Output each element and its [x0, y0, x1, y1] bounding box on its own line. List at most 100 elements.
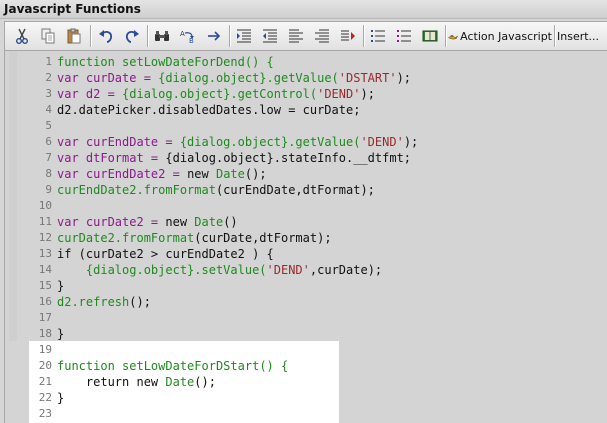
list-alt-button[interactable]: [393, 25, 415, 47]
copy-button[interactable]: [37, 25, 59, 47]
goto-line-button[interactable]: [203, 25, 225, 47]
code-line[interactable]: d2.datePicker.disabledDates.low = curDat…: [57, 102, 360, 118]
comment-icon: [341, 30, 355, 41]
paste-button[interactable]: [63, 25, 85, 47]
line-number: 15: [38, 279, 52, 292]
code-line[interactable]: var curEndDate = {dialog.object}.getValu…: [57, 134, 418, 150]
code-token: var: [57, 151, 86, 165]
list-button[interactable]: [367, 25, 389, 47]
javascript-functions-window: Javascript Functions A B Action Javascri…: [0, 0, 607, 423]
library-button[interactable]: [419, 25, 441, 47]
code-line[interactable]: curDate2.fromFormat(curDate,dtFormat);: [57, 230, 332, 246]
code-line[interactable]: var curDate2 = new Date(): [57, 214, 238, 230]
code-line[interactable]: d2.refresh();: [57, 294, 151, 310]
line-number: 16: [38, 295, 52, 308]
code-token: {dialog.object}: [158, 71, 267, 85]
toolbar-separator: [90, 25, 92, 47]
line-number: 11: [38, 215, 52, 228]
code-token: curEndDate2.fromFormat: [57, 183, 216, 197]
code-token: setLowDateForDStart: [122, 359, 260, 373]
indent-button[interactable]: [233, 25, 255, 47]
code-token: (curDate,dtFormat);: [194, 231, 332, 245]
code-line[interactable]: var curEndDate2 = new Date();: [57, 166, 267, 182]
list-alt-icon: [397, 30, 411, 42]
line-number: 5: [45, 119, 52, 132]
indent-icon: [237, 29, 251, 43]
find-button[interactable]: [151, 25, 173, 47]
gutter-strip: [9, 51, 17, 341]
code-token: }: [57, 391, 65, 405]
action-javascript-button[interactable]: Action Javascript: [448, 25, 552, 47]
redo-button[interactable]: [121, 25, 143, 47]
code-token: if (curDate2 > curEndDate2 ) {: [57, 247, 274, 261]
code-line[interactable]: }: [57, 390, 64, 406]
code-token: var: [57, 215, 86, 229]
line-number: 3: [45, 87, 52, 100]
undo-button[interactable]: [95, 25, 117, 47]
list-icon: [371, 30, 385, 42]
align-right-icon: [315, 29, 329, 43]
code-line[interactable]: return new Date();: [57, 374, 216, 390]
line-number: 21: [38, 375, 52, 388]
code-line[interactable]: curEndDate2.fromFormat(curEndDate,dtForm…: [57, 182, 375, 198]
cut-icon: [16, 28, 28, 44]
code-token: d2.refresh: [57, 295, 130, 309]
code-line[interactable]: var d2 = {dialog.object}.getControl('DEN…: [57, 86, 375, 102]
align-left-button[interactable]: [285, 25, 307, 47]
line-number: 22: [38, 391, 52, 404]
code-token: () {: [259, 359, 289, 373]
line-number: 20: [38, 359, 52, 372]
code-token: (curEndDate,dtFormat);: [215, 183, 375, 197]
code-line[interactable]: function setLowDateForDend() {: [57, 54, 274, 70]
code-token: var: [57, 167, 86, 181]
code-token: curEndDate2 =: [85, 167, 188, 181]
code-token: d2 =: [85, 87, 123, 101]
code-token: function: [57, 55, 123, 69]
code-line[interactable]: var dtFormat = {dialog.object}.stateInfo…: [57, 150, 411, 166]
goto-icon: [208, 31, 221, 41]
book-icon: [422, 30, 438, 42]
code-token: var: [57, 71, 86, 85]
code-line[interactable]: }: [57, 326, 64, 342]
code-line[interactable]: }: [57, 278, 64, 294]
comment-button[interactable]: [337, 25, 359, 47]
line-number: 9: [45, 183, 52, 196]
cut-button[interactable]: [11, 25, 33, 47]
code-line[interactable]: if (curDate2 > curEndDate2 ) {: [57, 246, 274, 262]
code-token: setLowDateForDend: [122, 55, 245, 69]
replace-icon: A B: [180, 30, 194, 44]
copy-icon: [41, 28, 55, 44]
window-title: Javascript Functions: [4, 2, 141, 16]
line-number: 8: [45, 167, 52, 180]
code-line[interactable]: var curDate = {dialog.object}.getValue('…: [57, 70, 411, 86]
code-line[interactable]: {dialog.object}.setValue('DEND',curDate)…: [57, 262, 382, 278]
outdent-button[interactable]: [259, 25, 281, 47]
insert-label: Insert...: [557, 29, 600, 43]
toolbar-separator: [363, 25, 365, 47]
code-editor[interactable]: 1 function setLowDateForDend() {2 var curD…: [4, 51, 607, 423]
code-token: new: [165, 215, 195, 229]
line-number: 19: [38, 343, 52, 356]
code-token: );: [360, 87, 375, 101]
code-token: (): [223, 215, 238, 229]
line-number: 4: [45, 103, 52, 116]
code-token: curEndDate =: [85, 135, 180, 149]
code-token: Date: [165, 375, 195, 389]
code-token: Date: [194, 215, 224, 229]
code-token: .getControl(: [230, 87, 318, 101]
line-number: 6: [45, 135, 52, 148]
code-token: new: [187, 167, 216, 181]
code-token: curDate =: [85, 71, 159, 85]
align-right-button[interactable]: [311, 25, 333, 47]
insert-button[interactable]: Insert...: [557, 25, 607, 47]
code-token: dtFormat =: [85, 151, 166, 165]
code-token: Date: [215, 167, 245, 181]
code-token: ,curDate);: [309, 263, 383, 277]
code-line[interactable]: function setLowDateForDStart() {: [57, 358, 288, 374]
code-token: () {: [244, 55, 274, 69]
toolbar-separator: [147, 25, 149, 47]
replace-button[interactable]: A B: [177, 25, 199, 47]
align-icon: [289, 29, 303, 43]
line-number: 18: [38, 327, 52, 340]
code-token: d2.datePicker.disabledDates.low = curDat…: [57, 103, 361, 117]
